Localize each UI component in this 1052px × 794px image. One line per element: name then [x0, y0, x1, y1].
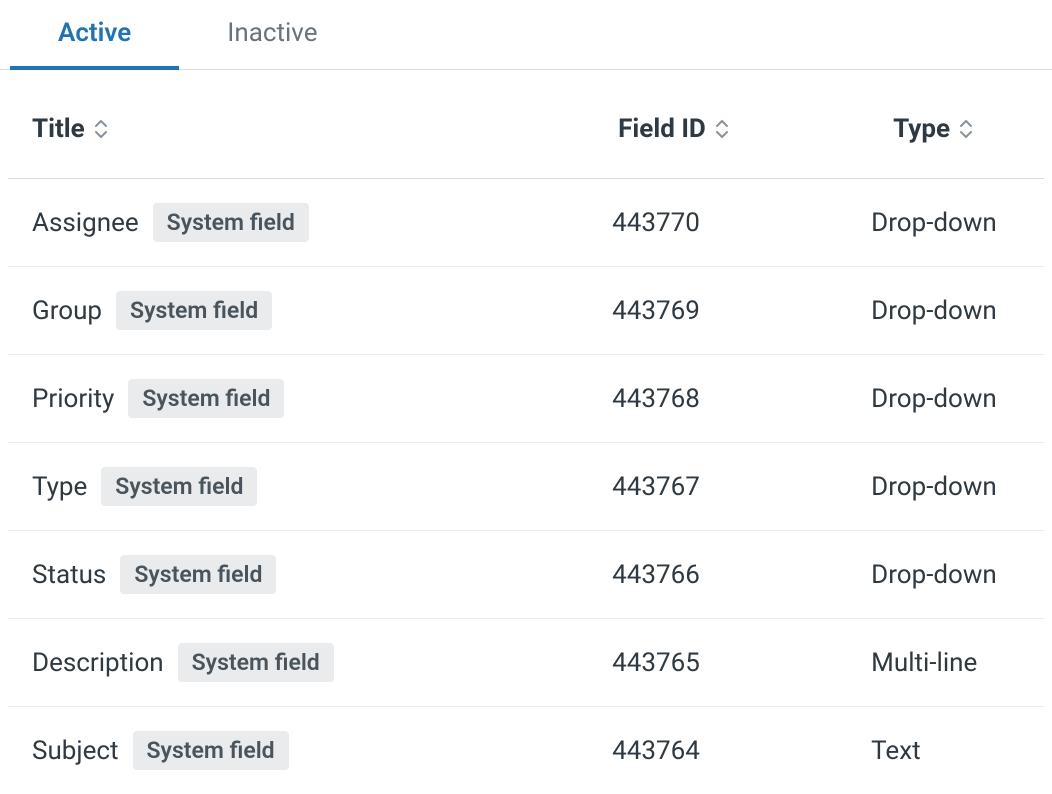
row-field-id: 443768 [588, 355, 847, 443]
table-row[interactable]: Priority System field 443768 Drop-down [8, 355, 1044, 443]
system-field-badge: System field [116, 291, 272, 330]
row-type: Drop-down [847, 179, 1044, 267]
system-field-badge: System field [153, 203, 309, 242]
row-field-id: 443769 [588, 267, 847, 355]
system-field-badge: System field [101, 467, 257, 506]
table-row[interactable]: Description System field 443765 Multi-li… [8, 619, 1044, 707]
sort-icon [958, 118, 974, 140]
sort-icon [714, 118, 730, 140]
system-field-badge: System field [128, 379, 284, 418]
table-row[interactable]: Assignee System field 443770 Drop-down [8, 179, 1044, 267]
table-row[interactable]: Type System field 443767 Drop-down [8, 443, 1044, 531]
fields-table: Title Field ID [8, 70, 1044, 794]
table-row[interactable]: Subject System field 443764 Text [8, 707, 1044, 794]
row-field-id: 443770 [588, 179, 847, 267]
column-header-type-label: Type [893, 114, 950, 144]
row-type: Drop-down [847, 355, 1044, 443]
row-field-id: 443767 [588, 443, 847, 531]
column-header-type[interactable]: Type [847, 70, 1044, 179]
row-title: Status [32, 560, 106, 590]
row-type: Drop-down [847, 267, 1044, 355]
row-field-id: 443764 [588, 707, 847, 794]
system-field-badge: System field [133, 731, 289, 770]
row-type: Text [847, 707, 1044, 794]
row-title: Subject [32, 736, 119, 766]
column-header-title[interactable]: Title [8, 70, 588, 179]
table-row[interactable]: Group System field 443769 Drop-down [8, 267, 1044, 355]
column-header-title-label: Title [32, 114, 85, 144]
row-field-id: 443766 [588, 531, 847, 619]
system-field-badge: System field [178, 643, 334, 682]
sort-icon [93, 118, 109, 140]
column-header-field-id-label: Field ID [618, 114, 706, 144]
tab-active[interactable]: Active [10, 0, 179, 70]
row-type: Multi-line [847, 619, 1044, 707]
system-field-badge: System field [120, 555, 276, 594]
column-header-field-id[interactable]: Field ID [588, 70, 847, 179]
row-title: Type [32, 472, 87, 502]
row-title: Description [32, 648, 164, 678]
row-field-id: 443765 [588, 619, 847, 707]
tab-inactive[interactable]: Inactive [179, 0, 365, 70]
row-title: Priority [32, 384, 114, 414]
tabs-bar: Active Inactive [0, 0, 1052, 70]
row-title: Assignee [32, 208, 139, 238]
row-type: Drop-down [847, 531, 1044, 619]
table-row[interactable]: Status System field 443766 Drop-down [8, 531, 1044, 619]
row-type: Drop-down [847, 443, 1044, 531]
row-title: Group [32, 296, 102, 326]
